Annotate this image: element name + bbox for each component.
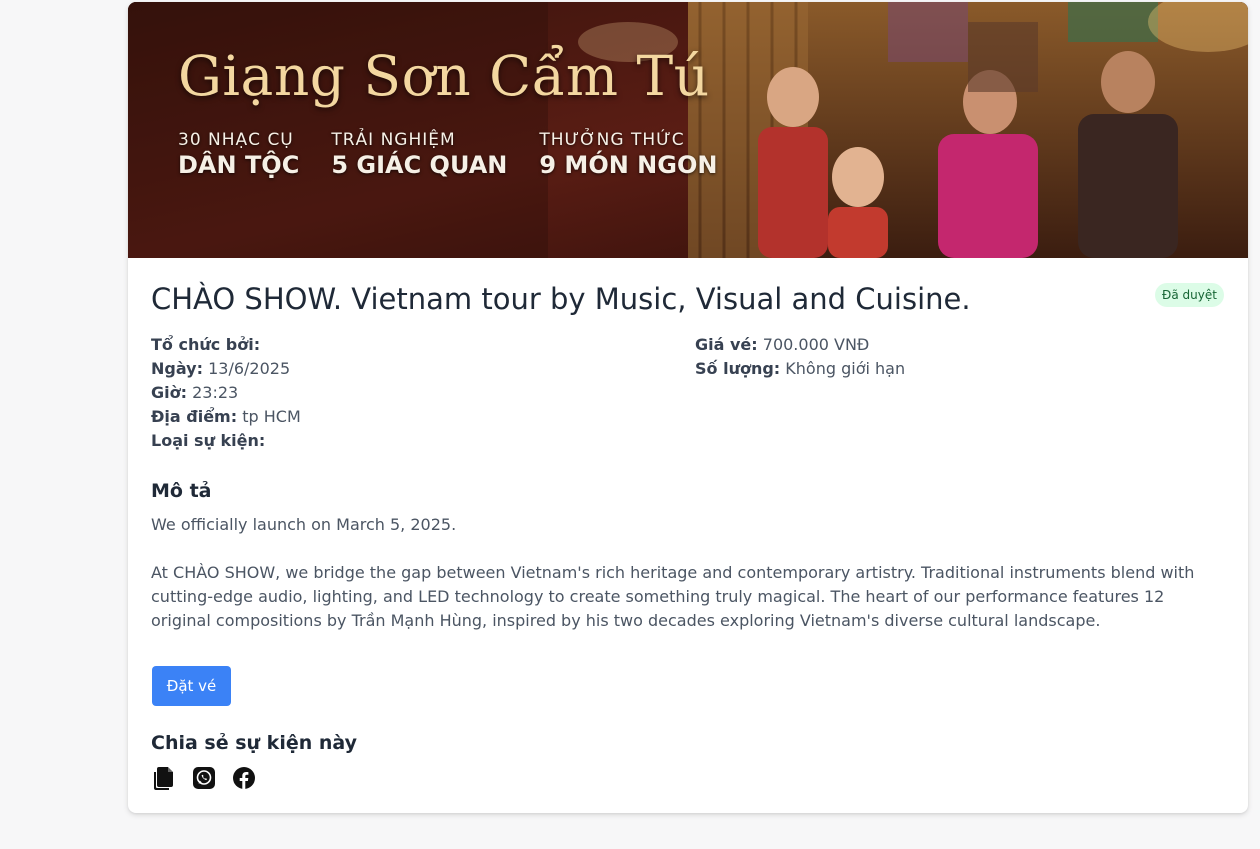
date-value: 13/6/2025 [208,359,291,378]
share-icons [152,766,256,790]
quantity-row: Số lượng: Không giới hạn [695,357,905,381]
quantity-value: Không giới hạn [785,359,906,378]
facebook-icon[interactable] [232,766,256,790]
banner-title: Giạng Sơn Cẩm Tú [178,44,710,108]
banner-feature-bottom: 9 MÓN NGON [539,151,718,179]
date-label: Ngày: [151,359,203,378]
banner-feature-top: TRẢI NGHIỆM [331,130,456,150]
banner-feature-bottom: DÂN TỘC [178,151,300,179]
description-paragraph: We officially launch on March 5, 2025. [151,515,457,534]
whatsapp-icon[interactable] [192,766,216,790]
banner-feature: THƯỞNG THỨC 9 MÓN NGON [539,130,717,179]
event-banner-image: Giạng Sơn Cẩm Tú 30 NHẠC CỤ DÂN TỘC TRẢI… [128,2,1248,258]
description-heading: Mô tả [151,480,212,502]
event-card: Giạng Sơn Cẩm Tú 30 NHẠC CỤ DÂN TỘC TRẢI… [128,2,1248,813]
banner-feature-top: THƯỞNG THỨC [539,130,685,150]
banner-features: 30 NHẠC CỤ DÂN TỘC TRẢI NGHIỆM 5 GIÁC QU… [178,130,717,179]
price-row: Giá vé: 700.000 VNĐ [695,333,905,357]
location-label: Địa điểm: [151,407,238,426]
copy-icon[interactable] [152,766,176,790]
event-type-label: Loại sự kiện: [151,431,266,450]
time-label: Giờ: [151,383,188,402]
share-heading: Chia sẻ sự kiện này [151,732,358,754]
status-badge: Đã duyệt [1155,283,1224,307]
date-row: Ngày: 13/6/2025 [151,357,301,381]
time-value: 23:23 [192,383,239,402]
location-row: Địa điểm: tp HCM [151,405,301,429]
event-details-left: Tổ chức bởi: Ngày: 13/6/2025 Giờ: 23:23 … [151,333,301,453]
banner-feature: TRẢI NGHIỆM 5 GIÁC QUAN [331,130,507,179]
organizer-row: Tổ chức bởi: [151,333,301,357]
description-body: We officially launch on March 5, 2025. A… [151,513,1226,633]
book-ticket-button[interactable]: Đặt vé [152,666,231,706]
location-value: tp HCM [242,407,301,426]
event-type-row: Loại sự kiện: [151,429,301,453]
price-value: 700.000 VNĐ [762,335,870,354]
event-title: CHÀO SHOW. Vietnam tour by Music, Visual… [151,282,971,316]
banner-feature-bottom: 5 GIÁC QUAN [331,151,508,179]
quantity-label: Số lượng: [695,359,781,378]
organizer-label: Tổ chức bởi: [151,335,261,354]
price-label: Giá vé: [695,335,758,354]
description-paragraph: At CHÀO SHOW, we bridge the gap between … [151,563,1195,630]
banner-feature-top: 30 NHẠC CỤ [178,130,294,150]
time-row: Giờ: 23:23 [151,381,301,405]
banner-feature: 30 NHẠC CỤ DÂN TỘC [178,130,299,179]
event-details-right: Giá vé: 700.000 VNĐ Số lượng: Không giới… [695,333,905,381]
